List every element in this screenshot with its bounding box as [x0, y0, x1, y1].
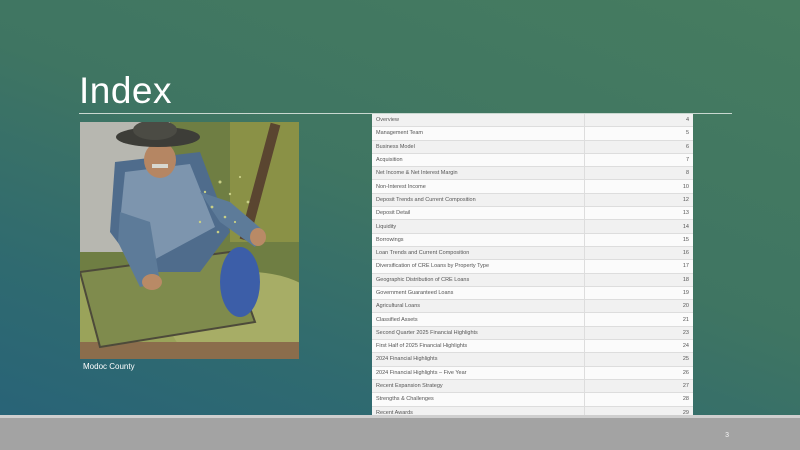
index-row-label: Non-Interest Income: [372, 179, 585, 194]
index-row: Non-Interest Income 10: [372, 179, 693, 194]
index-row-label: Net Income & Net Interest Margin: [372, 166, 585, 181]
index-row-page: 23: [584, 326, 693, 341]
index-row-label: Government Guaranteed Loans: [372, 286, 585, 301]
index-row-page: 18: [584, 273, 693, 287]
index-row: Loan Trends and Current Composition 16: [372, 246, 693, 261]
index-row-label: Recent Expansion Strategy: [372, 379, 585, 394]
page-number: 3: [725, 432, 729, 439]
index-row-page: 21: [584, 312, 693, 327]
index-row-label: Classified Assets: [372, 312, 585, 327]
photo-caption: Modoc County: [83, 362, 135, 371]
index-row-label: Deposit Trends and Current Composition: [372, 193, 585, 208]
footer-bar: [0, 415, 800, 450]
index-row: Government Guaranteed Loans 19: [372, 286, 693, 301]
index-row-page: 8: [584, 166, 693, 181]
index-row: Liquidity 14: [372, 219, 693, 234]
index-row-label: Business Model: [372, 140, 585, 154]
index-row: Deposit Trends and Current Composition 12: [372, 193, 693, 208]
index-row-label: Diversification of CRE Loans by Property…: [372, 259, 585, 274]
index-row-page: 4: [584, 114, 693, 128]
index-row-label: Acquisition: [372, 153, 585, 168]
index-row-label: Deposit Detail: [372, 206, 585, 221]
index-row-page: 15: [584, 233, 693, 247]
index-row: Management Team 5: [372, 126, 693, 141]
footer-divider: [0, 415, 800, 418]
index-row: 2024 Financial Highlights – Five Year 26: [372, 366, 693, 380]
farmer-photo: [80, 122, 299, 359]
index-row: Net Income & Net Interest Margin 8: [372, 166, 693, 181]
index-row-label: Borrowings: [372, 233, 585, 247]
slide-title: Index: [79, 70, 173, 111]
index-row: Agricultural Loans 20: [372, 299, 693, 314]
index-row-page: 28: [584, 392, 693, 407]
index-row-page: 10: [584, 179, 693, 194]
index-row-page: 5: [584, 126, 693, 141]
index-row: Deposit Detail 13: [372, 206, 693, 221]
index-row-page: 19: [584, 286, 693, 301]
index-row-page: 12: [584, 193, 693, 208]
index-row: Geographic Distribution of CRE Loans 18: [372, 273, 693, 287]
index-row: Overview 4: [372, 114, 693, 128]
index-row-label: 2024 Financial Highlights: [372, 352, 585, 367]
index-row: Strengths & Challenges 28: [372, 392, 693, 407]
index-row-label: Agricultural Loans: [372, 299, 585, 314]
index-row-page: 20: [584, 299, 693, 314]
index-row-page: 27: [584, 379, 693, 394]
index-row: Diversification of CRE Loans by Property…: [372, 259, 693, 274]
index-row-label: Second Quarter 2025 Financial Highlights: [372, 326, 585, 341]
index-row-page: 14: [584, 219, 693, 234]
index-row: 2024 Financial Highlights 25: [372, 352, 693, 367]
index-row-label: Loan Trends and Current Composition: [372, 246, 585, 261]
index-row: Borrowings 15: [372, 233, 693, 247]
farmer-sorting-grain-photo: [80, 122, 299, 359]
index-row-page: 17: [584, 259, 693, 274]
index-row-page: 24: [584, 339, 693, 354]
index-row: Second Quarter 2025 Financial Highlights…: [372, 326, 693, 341]
index-row: Recent Expansion Strategy 27: [372, 379, 693, 394]
index-row-label: Strengths & Challenges: [372, 392, 585, 407]
index-table: Overview 4 Management Team 5 Business Model 6…: [372, 114, 693, 420]
index-row-label: Overview: [372, 114, 585, 128]
index-row-page: 25: [584, 352, 693, 367]
index-row-label: Management Team: [372, 126, 585, 141]
index-row: Classified Assets 21: [372, 312, 693, 327]
index-row-page: 16: [584, 246, 693, 261]
index-row: Acquisition 7: [372, 153, 693, 168]
index-row-page: 6: [584, 140, 693, 154]
index-row: First Half of 2025 Financial Highlights 2…: [372, 339, 693, 354]
index-row-label: 2024 Financial Highlights – Five Year: [372, 366, 585, 380]
index-row-label: Geographic Distribution of CRE Loans: [372, 273, 585, 287]
index-row-page: 7: [584, 153, 693, 168]
index-row-page: 26: [584, 366, 693, 380]
index-row-label: First Half of 2025 Financial Highlights: [372, 339, 585, 354]
index-row-label: Liquidity: [372, 219, 585, 234]
index-row-page: 13: [584, 206, 693, 221]
index-row: Business Model 6: [372, 140, 693, 154]
